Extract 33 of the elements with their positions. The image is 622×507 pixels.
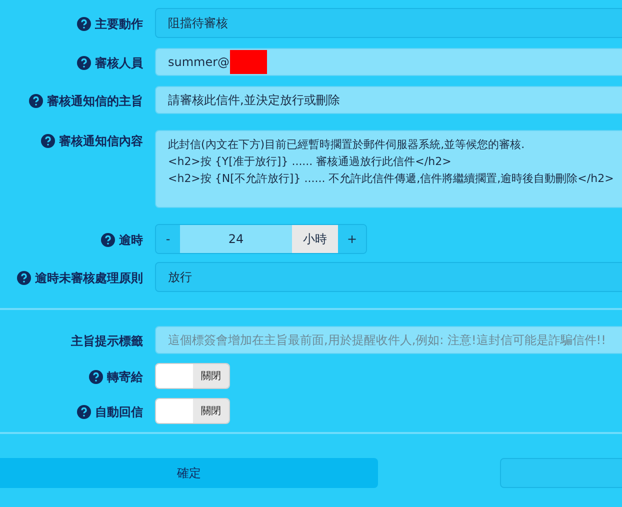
input-field[interactable]: 請審核此信件,並決定放行或刪除 [155,86,622,114]
field-label: 逾時 [119,232,143,249]
help-icon[interactable] [41,134,55,148]
field-label: 審核通知信的主旨 [47,93,143,110]
input-field[interactable]: summer@ [155,48,622,76]
help-icon[interactable] [77,56,91,70]
toggle-state-text: 關閉 [193,399,229,423]
text-line: <h2>按 {Y[准于放行]} ...... 審核通過放行此信件</h2> [168,154,452,170]
field-value: summer@ [168,54,230,71]
toggle-switch[interactable]: 關閉 [155,398,230,424]
help-icon[interactable] [77,405,91,419]
help-icon[interactable] [89,370,103,384]
field-label: 主要動作 [95,16,143,33]
field-label: 自動回信 [95,404,143,421]
help-icon[interactable] [29,94,43,108]
select-field[interactable]: 阻擋待審核 [155,8,622,38]
field-label: 審核人員 [95,55,143,72]
help-icon[interactable] [101,233,115,247]
toggle-switch[interactable]: 關閉 [155,363,230,389]
field-label: 轉寄給 [107,369,143,386]
toggle-state-text: 關閉 [193,364,229,388]
help-icon[interactable] [77,17,91,31]
select-field[interactable]: 放行 [155,262,622,292]
field-label: 主旨提示標籤 [71,333,143,350]
field-label: 逾時未審核處理原則 [35,270,143,287]
text-line: <h2>按 {N[不允許放行]} ...... 不允許此信件傳遞,信件將繼續擱置,逾時後自動刪除</h2> [168,171,615,187]
field-value: 請審核此信件,並決定放行或刪除 [168,92,340,109]
confirm-button[interactable]: 確定 [0,458,378,488]
field-label: 審核通知信內容 [59,133,143,150]
text-area[interactable]: 此封信(內文在下方)目前已經暫時擱置於郵件伺服器系統,並等候您的審核. <h2>按 {Y[准于放行]} ...... 審核通過放行此信件</h2> <h2>按 {N[不允許放行]} ...... 不允許此信件傳遞,信件將繼續擱置,逾時後自動刪除</h2> [155,130,622,208]
help-icon[interactable] [17,271,31,285]
text-line: 此封信(內文在下方)目前已經暫時擱置於郵件伺服器系統,並等候您的審核. [168,137,526,153]
placeholder-text: 這個標簽會增加在主旨最前面,用於提醒收件人,例如: 注意!這封信可能是詐騙信件!! [168,332,606,349]
